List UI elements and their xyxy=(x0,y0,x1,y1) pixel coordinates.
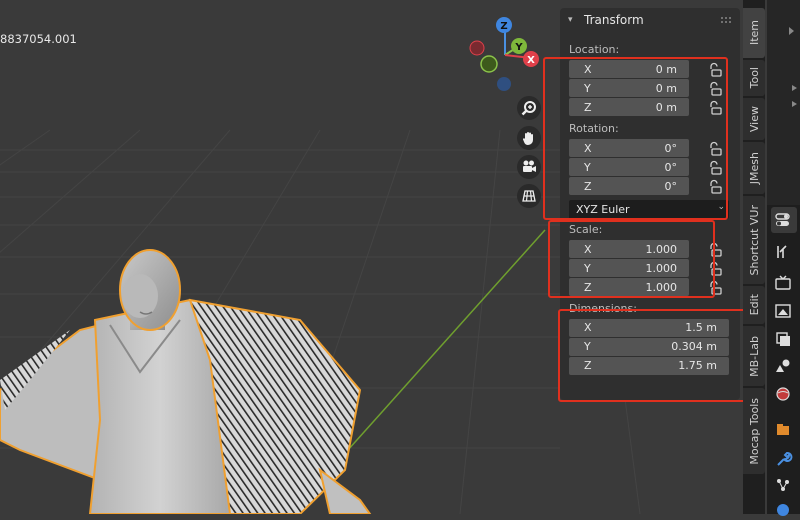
hand-icon[interactable] xyxy=(517,126,541,150)
tab-jmesh[interactable]: JMesh xyxy=(743,142,765,194)
navigation-gizmo[interactable]: Z Y X xyxy=(469,17,539,91)
svg-text:Y: Y xyxy=(514,42,523,53)
collection-icon[interactable] xyxy=(772,419,794,441)
tool-settings-icon[interactable] xyxy=(772,209,794,231)
svg-text:X: X xyxy=(527,55,535,66)
character-mesh xyxy=(0,249,372,514)
tool-icon[interactable] xyxy=(772,241,794,263)
tab-item[interactable]: Item xyxy=(743,8,765,58)
y-axis-line xyxy=(329,229,546,471)
camera-icon[interactable] xyxy=(517,155,541,179)
object-name-text: 8837054.001 xyxy=(0,32,77,46)
particles-icon[interactable] xyxy=(772,474,794,496)
highlight-dimensions xyxy=(558,309,746,402)
location-label: Location: xyxy=(569,43,620,56)
tab-view[interactable]: View xyxy=(743,98,765,140)
world-icon[interactable] xyxy=(772,383,794,405)
physics-icon[interactable] xyxy=(772,498,794,520)
expand-arrow-icon[interactable] xyxy=(787,26,797,36)
svg-text:Z: Z xyxy=(500,21,507,32)
wrench-icon[interactable] xyxy=(772,448,794,470)
tab-edit[interactable]: Edit xyxy=(743,286,765,324)
tab-tool[interactable]: Tool xyxy=(743,60,765,96)
tab-mb-lab[interactable]: MB-Lab xyxy=(743,326,765,386)
scene-icon[interactable] xyxy=(772,355,794,377)
view-layer-icon[interactable] xyxy=(772,328,794,350)
highlight-scale xyxy=(548,220,715,298)
highlight-location-rotation xyxy=(543,57,728,220)
grid-view-icon[interactable] xyxy=(517,184,541,208)
transform-panel-header[interactable]: ▾ Transform xyxy=(560,8,740,32)
drag-handle-icon[interactable] xyxy=(720,16,732,24)
expand-arrow-icon[interactable] xyxy=(791,100,799,108)
render-icon[interactable] xyxy=(772,272,794,294)
output-icon[interactable] xyxy=(772,300,794,322)
zoom-icon[interactable] xyxy=(517,96,541,120)
tab-shortcut-vur[interactable]: Shortcut VUr xyxy=(743,196,765,284)
expand-arrow-icon[interactable] xyxy=(791,84,799,92)
transform-title: Transform xyxy=(584,13,644,27)
chevron-down-icon[interactable]: ▾ xyxy=(568,15,578,25)
tab-mocap-tools[interactable]: Mocap Tools xyxy=(743,388,765,474)
sidebar-tabs: Item Tool View JMesh Shortcut VUr Edit M… xyxy=(743,0,765,514)
